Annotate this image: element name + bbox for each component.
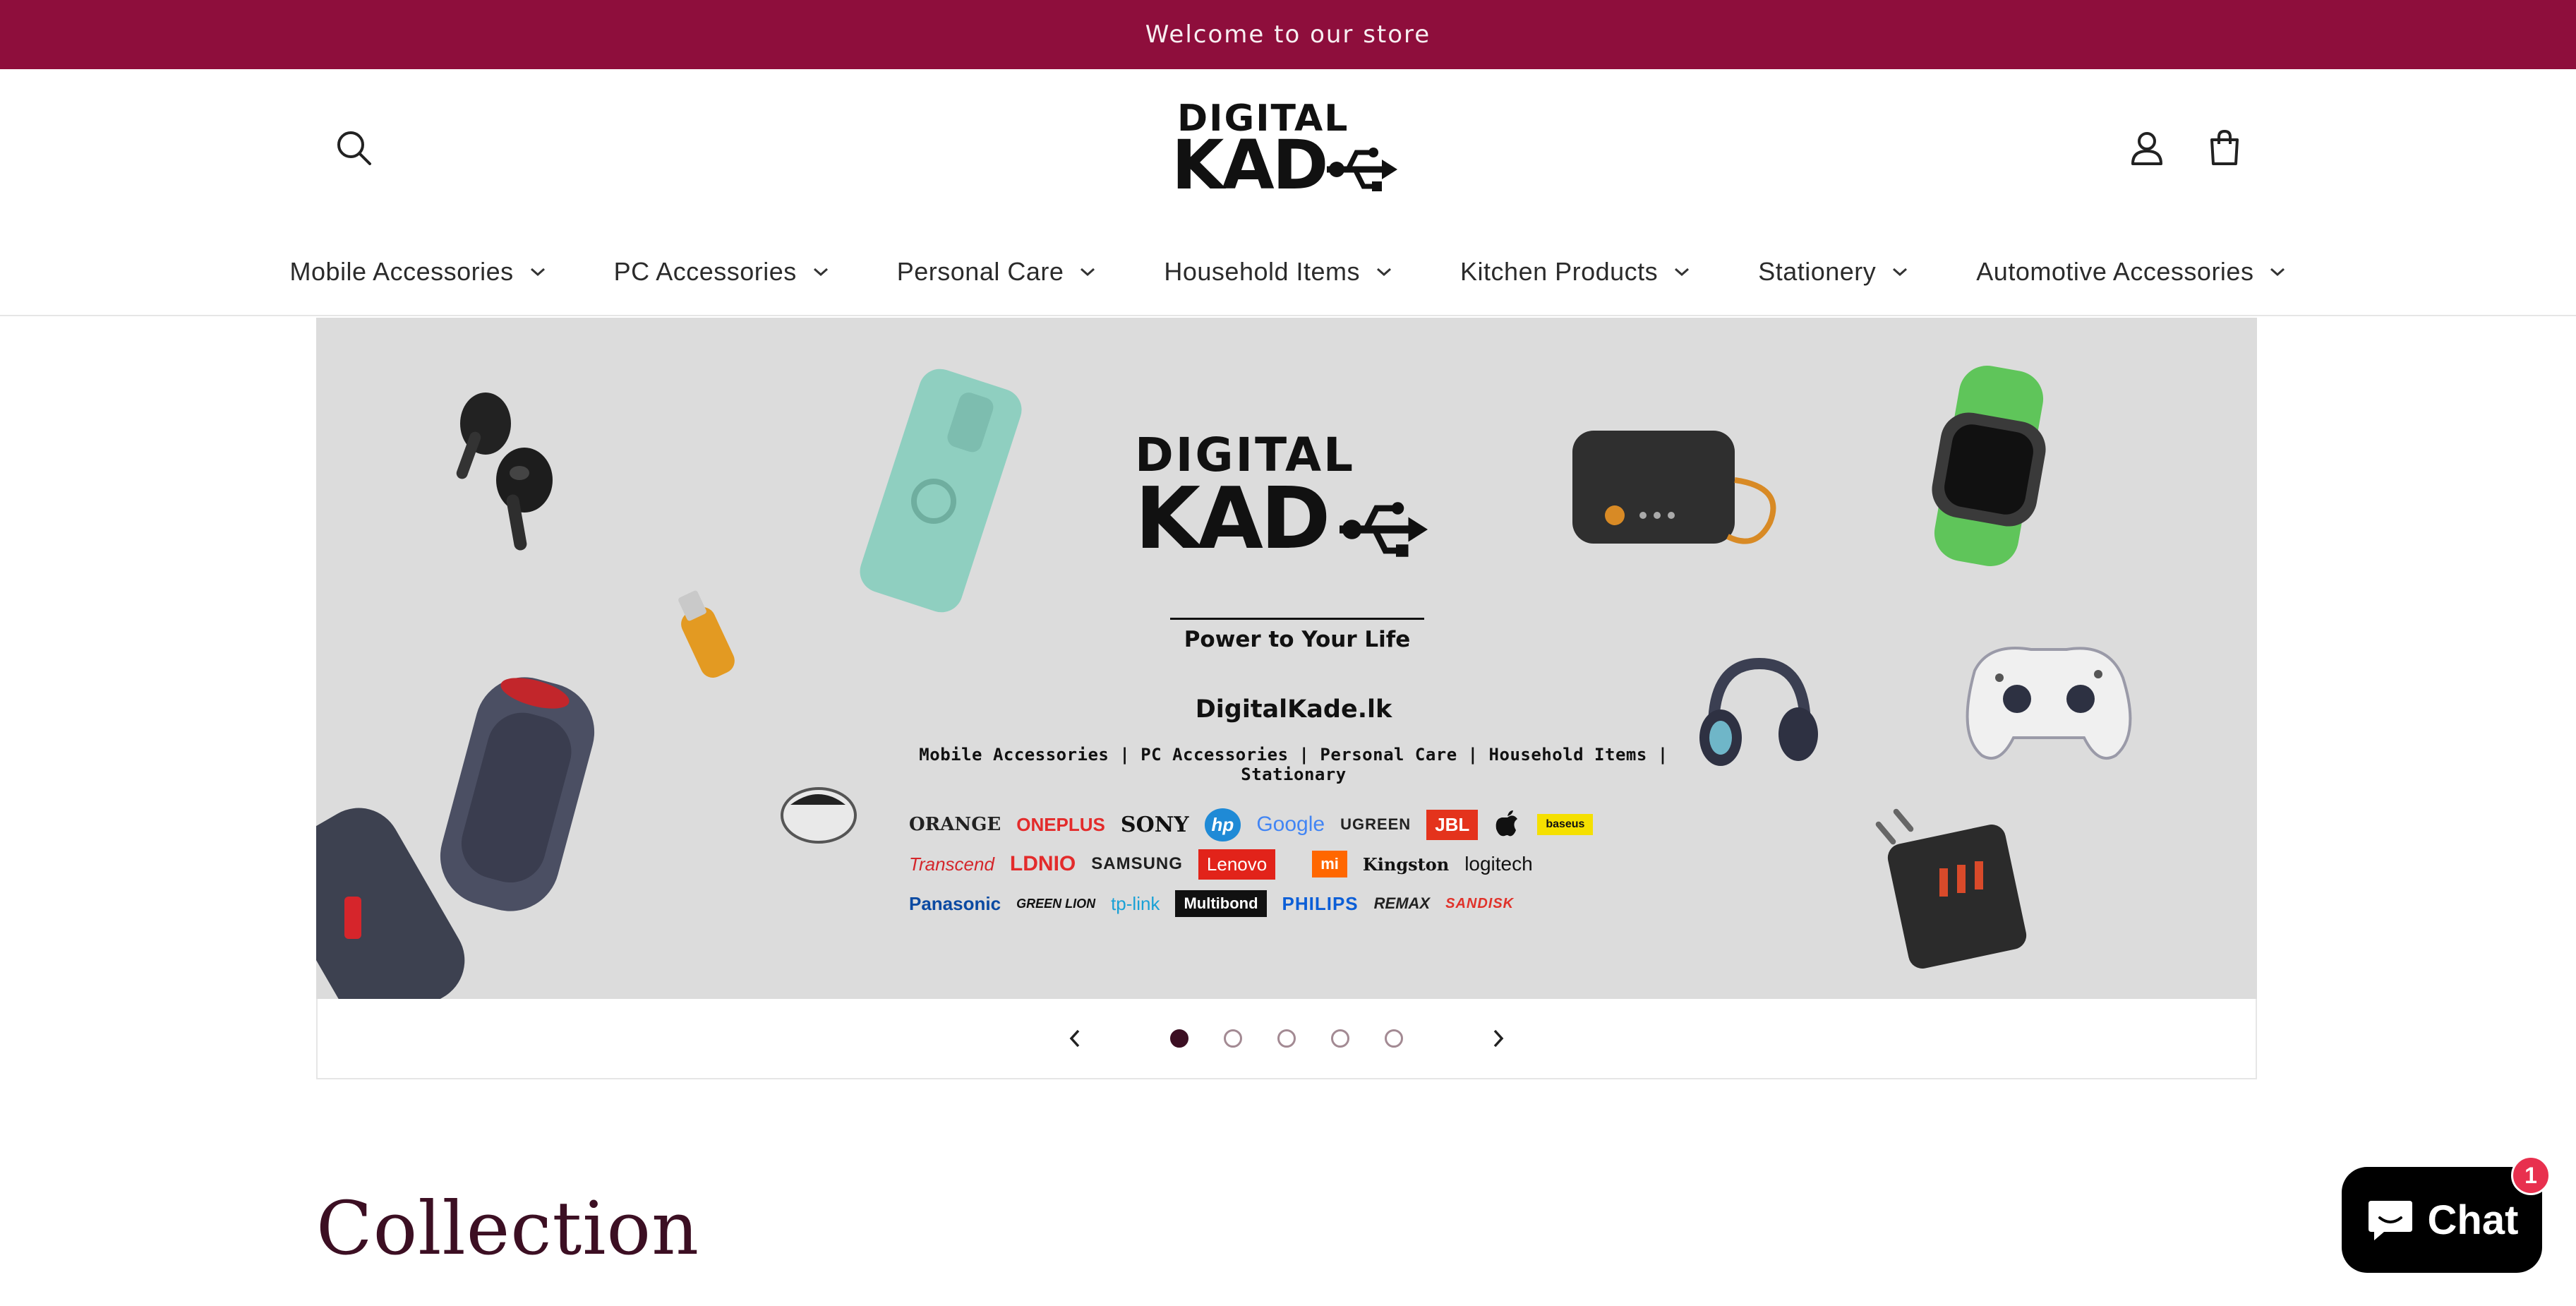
slide-dots [1170,1029,1403,1048]
chevron-left-icon [1069,1029,1080,1048]
brand-row: ORANGE ONEPLUS SONY hp Google UGREEN JBL… [909,805,1685,844]
chat-unread-badge: 1 [2511,1156,2551,1195]
search-button[interactable] [332,126,377,171]
brand-sony: SONY [1120,812,1189,837]
chevron-down-icon [1675,268,1690,277]
nav-item-kitchen-products[interactable]: Kitchen Products [1426,257,1724,287]
brand-green-lion: GREEN LION [1016,896,1096,911]
nav-item-label: Stationery [1758,257,1877,286]
chevron-right-icon [1493,1029,1504,1048]
brand-transcend: Transcend [909,853,994,875]
brand-orange: ORANGE [909,814,1001,835]
brand-ugreen: UGREEN [1340,815,1412,833]
power-bank-image [1572,431,1776,544]
chevron-down-icon [530,268,545,277]
chevron-down-icon [2270,268,2285,277]
site-header: DIGITAL KAD Mobile Accessories PC Access… [0,69,2576,316]
nav-item-mobile-accessories[interactable]: Mobile Accessories [256,257,580,287]
banner-logo: DIGITAL KAD [1135,431,1459,562]
smartwatch-image [1932,366,2046,566]
nav-item-label: Kitchen Products [1460,257,1659,286]
brand-philips: PHILIPS [1282,892,1359,914]
main-navigation: Mobile Accessories PC Accessories Person… [0,247,2576,296]
brand-remax: REMAX [1373,894,1431,912]
usb-icon [1340,502,1428,557]
chevron-down-icon [1377,268,1392,277]
cart-button[interactable] [2202,126,2247,171]
speaker-image [316,677,595,999]
brand-panasonic: Panasonic [909,892,1001,914]
nav-item-personal-care[interactable]: Personal Care [863,257,1131,287]
search-icon [337,131,371,165]
chevron-down-icon [1893,268,1908,277]
nav-item-pc-accessories[interactable]: PC Accessories [580,257,863,287]
nav-item-label: Household Items [1164,257,1361,286]
apple-logo-icon [1495,810,1518,837]
nav-item-stationery[interactable]: Stationery [1724,257,1942,287]
slide-dot-3[interactable] [1277,1029,1296,1048]
slide-dot-4[interactable] [1331,1029,1349,1048]
brand-ldnio: LDNIO [1009,852,1076,875]
usb-icon [1327,148,1397,191]
chat-label: Chat [2427,1197,2519,1243]
hero-banner-slide[interactable]: DIGITAL KAD Power to Your Life DigitalKa… [316,318,2257,999]
collection-heading: Collection [316,1185,700,1271]
logo-line2: KAD [1172,126,1328,205]
nav-item-label: Mobile Accessories [289,257,514,286]
site-logo[interactable]: DIGITAL KAD [1172,97,1404,203]
gamepad-image [1966,647,2132,760]
nav-item-label: Automotive Accessories [1976,257,2254,286]
user-icon [2131,132,2162,165]
phone-case-image [860,369,1022,613]
slide-dot-2[interactable] [1224,1029,1242,1048]
brand-kingston: Kingston [1362,853,1450,875]
chat-bubble-icon [2368,1201,2412,1240]
brand-sandisk: SANDISK [1445,895,1515,911]
nav-item-household-items[interactable]: Household Items [1130,257,1426,287]
banner-site: DigitalKade.lk [1195,695,1392,724]
brand-jbl: JBL [1426,809,1479,840]
slide-dot-1[interactable] [1170,1029,1188,1048]
nav-item-label: PC Accessories [613,257,797,286]
chevron-down-icon [1081,268,1095,277]
earbuds-image [456,393,553,551]
brand-oneplus: ONEPLUS [1016,813,1105,835]
chevron-down-icon [813,268,828,277]
charger-image [1875,808,2027,969]
brand-lenovo: Lenovo [1198,849,1276,880]
previous-slide-button[interactable] [1057,1021,1093,1056]
cart-icon [2210,129,2239,165]
nav-item-label: Personal Care [896,257,1064,286]
mouse-image [781,787,857,844]
usb-drive-image [678,590,735,678]
brand-mi: mi [1312,851,1347,877]
brand-logos: ORANGE ONEPLUS SONY hp Google UGREEN JBL… [909,805,1685,923]
brand-row: Panasonic GREEN LION tp-link Multibond P… [909,884,1685,923]
brand-logitech: logitech [1464,853,1533,875]
banner-categories: Mobile Accessories | PC Accessories | Pe… [919,745,1668,784]
slideshow-controls [316,999,2257,1079]
brand-samsung: SAMSUNG [1091,854,1183,873]
slide-dot-5[interactable] [1385,1029,1403,1048]
brand-hp: hp [1204,808,1241,841]
banner-tagline: Power to Your Life [1170,618,1424,652]
announcement-bar: Welcome to our store [0,0,2576,69]
announcement-text: Welcome to our store [1145,20,1431,49]
next-slide-button[interactable] [1481,1021,1516,1056]
brand-google: Google [1256,813,1325,836]
brand-row: Transcend LDNIO SAMSUNG Lenovo mi Kingst… [909,844,1685,884]
brand-tp-link: tp-link [1111,892,1160,914]
account-button[interactable] [2124,126,2169,171]
brand-baseus: baseus [1537,814,1594,835]
brand-multibond: Multibond [1175,890,1267,917]
nav-item-automotive-accessories[interactable]: Automotive Accessories [1942,257,2320,287]
